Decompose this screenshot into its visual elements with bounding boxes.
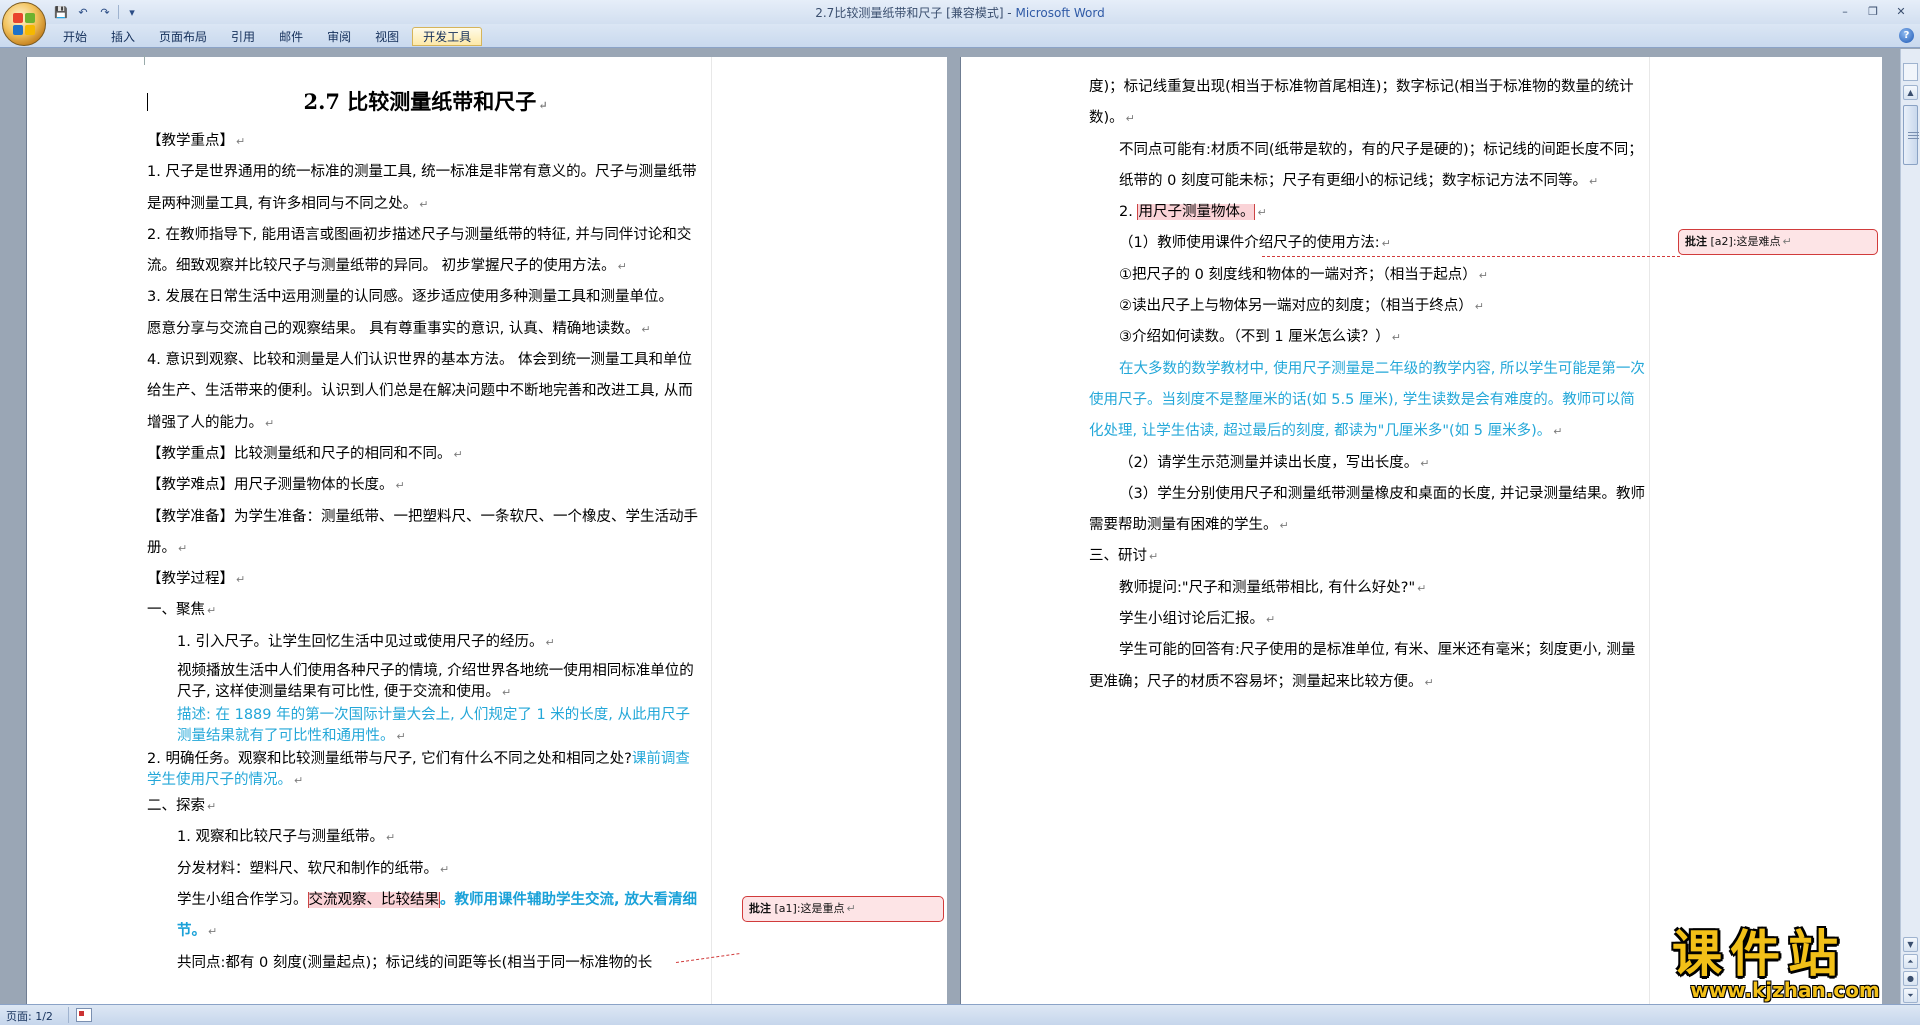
- page-1[interactable]: 2.7 比较测量纸带和尺子 ↵ 【教学重点】 ↵ 1. 尺子是世界通用的统一标准的测…: [26, 55, 947, 1004]
- paragraph[interactable]: ②读出尺子上与物体另一端对应的刻度；（相当于终点） ↵: [1089, 291, 1647, 322]
- ribbon-tab[interactable]: 邮件: [268, 27, 314, 46]
- office-logo-icon: [13, 13, 35, 35]
- paragraph[interactable]: 2. 明确任务。观察和比较测量纸带与尺子, 它们有什么不同之处和相同之处?课前调…: [147, 749, 704, 791]
- paragraph[interactable]: 【教学重点】比较测量纸和尺子的相同和不同。 ↵: [147, 439, 704, 470]
- comment-label: 批注: [749, 902, 771, 915]
- page-1-text[interactable]: 2.7 比较测量纸带和尺子 ↵ 【教学重点】 ↵ 1. 尺子是世界通用的统一标准的测…: [147, 82, 704, 979]
- comment-balloon-a1[interactable]: 批注 [a1]:这是重点 ↵: [742, 896, 944, 922]
- inserted-paragraph[interactable]: 在大多数的数学教材中, 使用尺子测量是二年级的教学内容, 所以学生可能是第一次使…: [1089, 354, 1647, 448]
- status-separator: [68, 1007, 69, 1023]
- comment-text: 这是难点: [1736, 235, 1781, 248]
- ribbon-tab[interactable]: 开发工具: [412, 27, 483, 46]
- ribbon-tab[interactable]: 开始: [52, 27, 98, 46]
- document-workspace[interactable]: 2.7 比较测量纸带和尺子 ↵ 【教学重点】 ↵ 1. 尺子是世界通用的统一标准的测…: [0, 49, 1900, 1004]
- ribbon-tab[interactable]: 引用: [220, 27, 266, 46]
- paragraph[interactable]: 一、聚焦 ↵: [147, 595, 704, 626]
- paragraph[interactable]: 度)；标记线重复出现(相当于标准物首尾相连)；数字标记(相当于标准物的数量的统计…: [1089, 72, 1647, 135]
- comment-leader-a2: [1262, 256, 1680, 257]
- restore-button[interactable]: ❐: [1860, 2, 1886, 20]
- ribbon-tab[interactable]: 审阅: [316, 27, 362, 46]
- comment-balloon-a2[interactable]: 批注 [a2]:这是难点 ↵: [1678, 229, 1878, 255]
- document-heading[interactable]: 2.7 比较测量纸带和尺子 ↵: [147, 82, 704, 126]
- paragraph[interactable]: 教师提问:"尺子和测量纸带相比, 有什么好处?" ↵: [1089, 573, 1647, 604]
- paragraph[interactable]: 学生小组合作学习。交流观察、比较结果。教师用课件辅助学生交流, 放大看清细节。 ↵: [147, 885, 704, 948]
- paragraph[interactable]: 不同点可能有:材质不同(纸带是软的，有的尺子是硬的)；标记线的间距长度不同；纸带…: [1089, 135, 1647, 198]
- margin-corner-mark: [135, 55, 145, 65]
- paragraph[interactable]: 愿意分享与交流自己的观察结果。 具有尊重事实的意识, 认真、精确地读数。 ↵: [147, 314, 704, 345]
- qat-separator: [118, 5, 119, 19]
- ribbon-tabs-bar: 开始 插入 页面布局 引用 邮件 审阅 视图 开发工具 ?: [0, 24, 1920, 48]
- app-name: Microsoft Word: [1015, 6, 1105, 20]
- undo-icon[interactable]: ↶: [74, 3, 92, 21]
- paragraph[interactable]: 【教学准备】为学生准备：测量纸带、一把塑料尺、一条软尺、一个橡皮、学生活动手册。…: [147, 502, 704, 565]
- minimize-button[interactable]: –: [1832, 2, 1858, 20]
- paragraph[interactable]: 1. 引入尺子。让学生回忆生活中见过或使用尺子的经历。 ↵: [147, 627, 704, 658]
- paragraph[interactable]: ①把尺子的 0 刻度线和物体的一端对齐；（相当于起点） ↵: [1089, 260, 1647, 291]
- paragraph[interactable]: 共同点:都有 0 刻度(测量起点)；标记线的间距等长(相当于同一标准物的长: [147, 948, 704, 979]
- status-bar: 页面: 1/2: [0, 1004, 1920, 1025]
- paragraph[interactable]: 视频播放生活中人们使用各种尺子的情境, 介绍世界各地统一使用相同标准单位的尺子,…: [147, 661, 704, 703]
- paragraph[interactable]: 4. 意识到观察、比较和测量是人们认识世界的基本方法。 体会到统一测量工具和单位…: [147, 345, 704, 439]
- macro-record-icon[interactable]: [76, 1008, 92, 1022]
- paragraph[interactable]: 2. 用尺子测量物体。 ↵: [1089, 197, 1647, 228]
- customize-qat-icon[interactable]: ▾: [123, 3, 141, 21]
- paragraph[interactable]: 三、研讨 ↵: [1089, 541, 1647, 572]
- quick-access-toolbar: 💾 ↶ ↷ ▾: [52, 3, 141, 21]
- paragraph[interactable]: 【教学过程】 ↵: [147, 564, 704, 595]
- page-2-text[interactable]: 度)；标记线重复出现(相当于标准物首尾相连)；数字标记(相当于标准物的数量的统计…: [1089, 72, 1647, 698]
- paragraph[interactable]: 学生小组讨论后汇报。 ↵: [1089, 604, 1647, 635]
- paragraph[interactable]: 分发材料：塑料尺、软尺和制作的纸带。 ↵: [147, 854, 704, 885]
- paragraph[interactable]: （2）请学生示范测量并读出长度，写出长度。 ↵: [1089, 448, 1647, 479]
- comment-ref: [a1]:: [771, 902, 801, 915]
- inserted-paragraph[interactable]: 描述: 在 1889 年的第一次国际计量大会上, 人们规定了 1 米的长度, 从…: [147, 705, 704, 747]
- paragraph[interactable]: 3. 发展在日常生活中运用测量的认同感。逐步适应使用多种测量工具和测量单位。: [147, 282, 704, 313]
- markup-pane-2: [1649, 57, 1882, 1004]
- previous-page-icon[interactable]: ⏶: [1903, 954, 1918, 969]
- window-title: 2.7比较测量纸带和尺子 [兼容模式] - Microsoft Word: [0, 4, 1920, 21]
- paragraph[interactable]: 学生可能的回答有:尺子使用的是标准单位, 有米、厘米还有毫米；刻度更小, 测量更…: [1089, 635, 1647, 698]
- office-button[interactable]: [2, 2, 46, 46]
- page-2[interactable]: 度)；标记线重复出现(相当于标准物首尾相连)；数字标记(相当于标准物的数量的统计…: [960, 57, 1882, 1004]
- ribbon-tabs: 开始 插入 页面布局 引用 邮件 审阅 视图 开发工具: [52, 27, 483, 46]
- paragraph[interactable]: 2. 在教师指导下, 能用语言或图画初步描述尺子与测量纸带的特征, 并与同伴讨论…: [147, 220, 704, 283]
- save-icon[interactable]: 💾: [52, 3, 70, 21]
- help-icon[interactable]: ?: [1899, 28, 1914, 43]
- window-controls: – ❐ ✕: [1832, 2, 1914, 20]
- close-button[interactable]: ✕: [1888, 2, 1914, 20]
- select-browse-object-icon[interactable]: ●: [1903, 971, 1918, 986]
- scroll-down-icon[interactable]: ▼: [1903, 937, 1918, 952]
- scroll-thumb[interactable]: [1903, 105, 1919, 165]
- comment-ref: [a2]:: [1707, 235, 1737, 248]
- paragraph[interactable]: 【教学重点】 ↵: [147, 126, 704, 157]
- paragraph[interactable]: 1. 观察和比较尺子与测量纸带。 ↵: [147, 822, 704, 853]
- title-bar: 💾 ↶ ↷ ▾ 2.7比较测量纸带和尺子 [兼容模式] - Microsoft …: [0, 0, 1920, 46]
- page-indicator[interactable]: 页面: 1/2: [6, 1008, 53, 1024]
- markup-pane-1: [711, 57, 947, 1004]
- commented-text-a2[interactable]: 用尺子测量物体。: [1137, 204, 1256, 221]
- next-page-icon[interactable]: ⏷: [1903, 988, 1918, 1003]
- paragraph[interactable]: ③介绍如何读数。（不到 1 厘米怎么读？） ↵: [1089, 322, 1647, 353]
- paragraph[interactable]: （3）学生分别使用尺子和测量纸带测量橡皮和桌面的长度, 并记录测量结果。教师需要…: [1089, 479, 1647, 542]
- ribbon-tab[interactable]: 插入: [100, 27, 146, 46]
- ribbon-tab[interactable]: 页面布局: [148, 27, 218, 46]
- commented-text-a1[interactable]: 交流观察、比较结果: [307, 891, 440, 908]
- paragraph[interactable]: 二、探索 ↵: [147, 791, 704, 822]
- paragraph[interactable]: 【教学难点】用尺子测量物体的长度。 ↵: [147, 470, 704, 501]
- comment-label: 批注: [1685, 235, 1707, 248]
- ruler-toggle-icon[interactable]: [1903, 63, 1918, 81]
- ribbon-tab[interactable]: 视图: [364, 27, 410, 46]
- paragraph[interactable]: 1. 尺子是世界通用的统一标准的测量工具, 统一标准是非常有意义的。尺子与测量纸…: [147, 157, 704, 220]
- text-cursor: [147, 93, 148, 111]
- comment-text: 这是重点: [800, 902, 845, 915]
- vertical-scrollbar[interactable]: ▲ ▼ ⏶ ● ⏷: [1900, 49, 1920, 1004]
- document-title: 2.7比较测量纸带和尺子 [兼容模式] -: [815, 6, 1016, 20]
- redo-icon[interactable]: ↷: [96, 3, 114, 21]
- scroll-up-icon[interactable]: ▲: [1903, 85, 1918, 100]
